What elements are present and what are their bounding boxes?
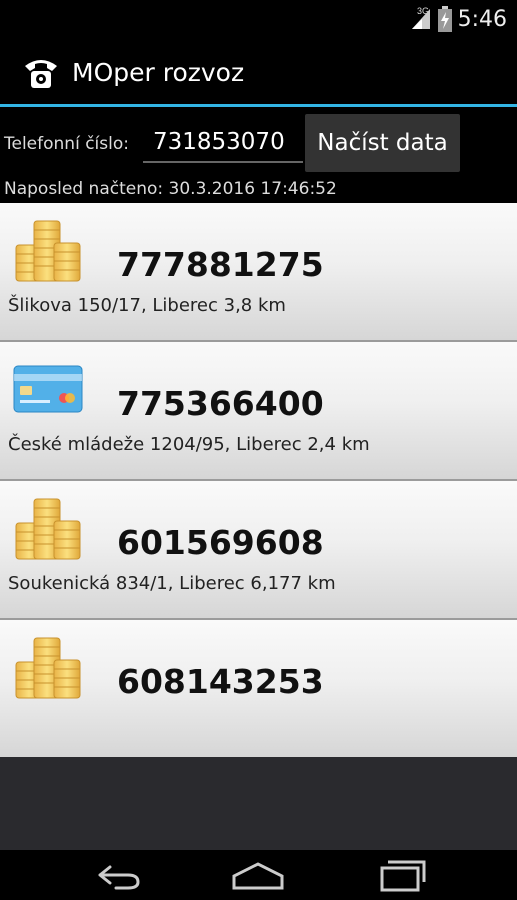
phone-icon[interactable] bbox=[22, 54, 60, 92]
coins-icon bbox=[12, 632, 84, 704]
phone-number-label: Telefonní číslo: bbox=[4, 134, 129, 154]
list-item[interactable]: 601569608 Soukenická 834/1, Liberec 6,17… bbox=[0, 481, 517, 620]
load-data-button[interactable]: Načíst data bbox=[305, 114, 460, 172]
order-phone: 775366400 bbox=[117, 384, 324, 423]
battery-icon bbox=[437, 6, 452, 32]
list-item[interactable]: 777881275 Šlikova 150/17, Liberec 3,8 km bbox=[0, 203, 517, 342]
empty-list-area bbox=[0, 757, 517, 850]
clock: 5:46 bbox=[457, 6, 507, 32]
list-item[interactable]: 608143253 bbox=[0, 620, 517, 759]
coins-icon bbox=[12, 215, 84, 287]
controls-panel: Telefonní číslo: Načíst data Naposled na… bbox=[0, 107, 517, 203]
last-loaded-text: Naposled načteno: 30.3.2016 17:46:52 bbox=[4, 179, 337, 199]
signal-icon bbox=[411, 9, 430, 29]
action-bar: MOper rozvoz bbox=[0, 40, 517, 107]
order-phone: 601569608 bbox=[117, 523, 324, 562]
order-phone: 777881275 bbox=[117, 245, 324, 284]
back-icon[interactable] bbox=[86, 858, 146, 892]
home-icon[interactable] bbox=[228, 858, 288, 892]
order-address: České mládeže 1204/95, Liberec 2,4 km bbox=[8, 434, 370, 455]
phone-number-input[interactable] bbox=[143, 123, 303, 163]
order-phone: 608143253 bbox=[117, 662, 324, 701]
app-title: MOper rozvoz bbox=[72, 58, 245, 87]
order-address: Soukenická 834/1, Liberec 6,177 km bbox=[8, 573, 336, 594]
list-item[interactable]: 775366400 České mládeže 1204/95, Liberec… bbox=[0, 342, 517, 481]
credit-card-icon bbox=[12, 354, 84, 426]
navigation-bar bbox=[0, 850, 517, 900]
orders-list: 777881275 Šlikova 150/17, Liberec 3,8 km… bbox=[0, 203, 517, 759]
status-bar: 3G 5:46 bbox=[0, 0, 517, 40]
coins-icon bbox=[12, 493, 84, 565]
recent-apps-icon[interactable] bbox=[372, 858, 432, 892]
order-address: Šlikova 150/17, Liberec 3,8 km bbox=[8, 295, 286, 316]
